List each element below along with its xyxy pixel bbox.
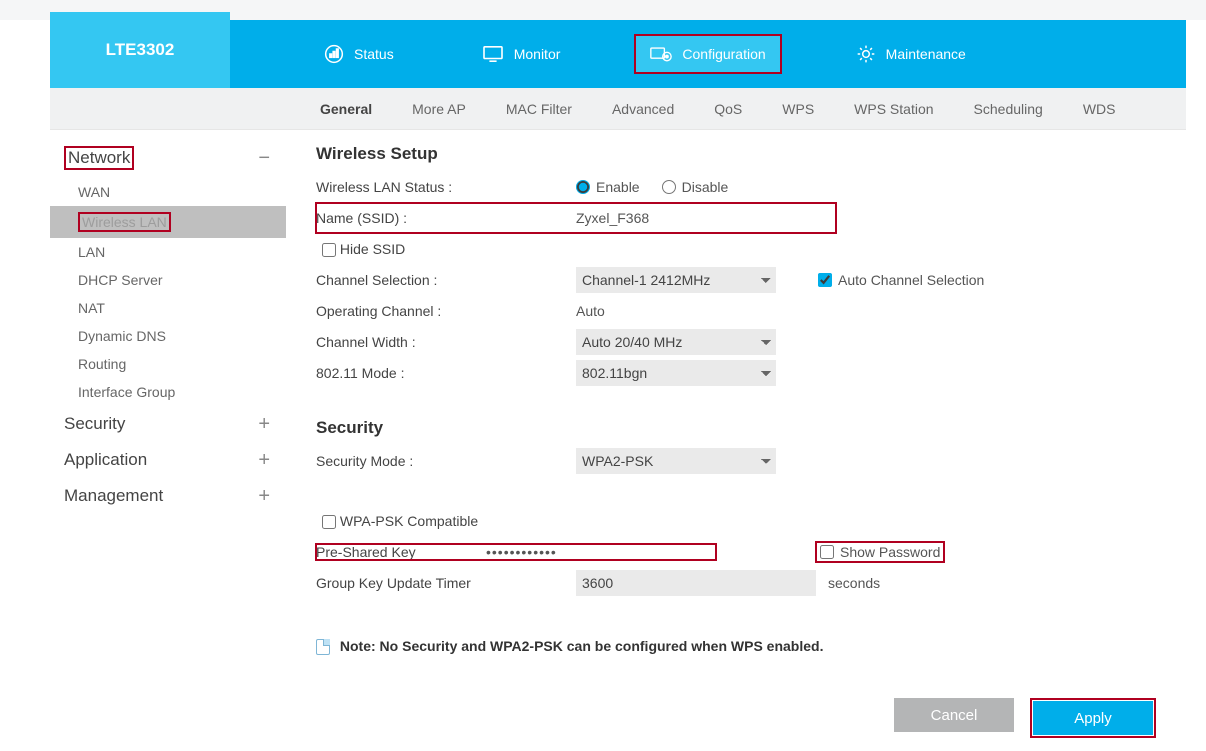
monitor-icon — [482, 45, 504, 63]
sidebar-item-lan[interactable]: LAN — [50, 238, 286, 266]
footer-actions: Cancel Apply — [894, 698, 1156, 738]
show-password-checkbox[interactable] — [820, 545, 834, 559]
psk-label: Pre-Shared Key — [316, 544, 486, 560]
wlan-status-label: Wireless LAN Status : — [316, 179, 576, 195]
ssid-label: Name (SSID) : — [316, 210, 576, 226]
top-nav: Status Monitor Configuration Maintenance — [230, 20, 980, 88]
channel-width-select[interactable]: Auto 20/40 MHz — [576, 329, 776, 355]
brand-tab[interactable]: LTE3302 — [50, 12, 230, 88]
status-icon — [324, 44, 344, 64]
sidebar-group-security[interactable]: Security + — [50, 406, 286, 442]
enable-label: Enable — [596, 179, 640, 195]
channel-selection-label: Channel Selection : — [316, 272, 576, 288]
tab-scheduling[interactable]: Scheduling — [974, 101, 1043, 117]
tab-qos[interactable]: QoS — [714, 101, 742, 117]
nav-monitor[interactable]: Monitor — [468, 34, 575, 74]
nav-configuration-label: Configuration — [682, 46, 765, 62]
tab-wds[interactable]: WDS — [1083, 101, 1116, 117]
wpa-psk-compatible-label: WPA-PSK Compatible — [340, 513, 478, 529]
wireless-setup-heading: Wireless Setup — [316, 144, 1156, 164]
tab-advanced[interactable]: Advanced — [612, 101, 674, 117]
nav-monitor-label: Monitor — [514, 46, 561, 62]
sidebar-item-dhcp[interactable]: DHCP Server — [50, 266, 286, 294]
operating-channel-label: Operating Channel : — [316, 303, 576, 319]
tab-mac-filter[interactable]: MAC Filter — [506, 101, 572, 117]
tab-general[interactable]: General — [320, 101, 372, 117]
maintenance-icon — [856, 44, 876, 64]
note-icon — [316, 639, 330, 655]
nav-maintenance-label: Maintenance — [886, 46, 966, 62]
security-mode-label: Security Mode : — [316, 453, 576, 469]
hide-ssid-checkbox[interactable] — [322, 243, 336, 257]
tab-wps[interactable]: WPS — [782, 101, 814, 117]
mode-select[interactable]: 802.11bgn — [576, 360, 776, 386]
mode-label: 802.11 Mode : — [316, 365, 576, 381]
operating-channel-value: Auto — [576, 303, 605, 319]
nav-status-label: Status — [354, 46, 394, 62]
note-text: Note: No Security and WPA2-PSK can be co… — [340, 638, 824, 654]
security-heading: Security — [316, 418, 1156, 438]
sidebar-item-wan[interactable]: WAN — [50, 178, 286, 206]
channel-width-label: Channel Width : — [316, 334, 576, 350]
sidebar-item-ifgroup[interactable]: Interface Group — [50, 378, 286, 406]
wpa-psk-compatible-checkbox[interactable] — [322, 515, 336, 529]
sidebar-application-label: Application — [64, 450, 147, 470]
show-password-label: Show Password — [840, 544, 940, 560]
cancel-button[interactable]: Cancel — [894, 698, 1014, 732]
gkt-label: Group Key Update Timer — [316, 575, 576, 591]
sidebar-item-nat[interactable]: NAT — [50, 294, 286, 322]
configuration-icon — [650, 45, 672, 63]
gkt-input[interactable] — [576, 570, 816, 596]
tab-more-ap[interactable]: More AP — [412, 101, 466, 117]
sidebar-management-label: Management — [64, 486, 163, 506]
nav-configuration[interactable]: Configuration — [634, 34, 781, 74]
gkt-unit: seconds — [828, 575, 880, 591]
wlan-disable-radio[interactable] — [662, 180, 676, 194]
disable-label: Disable — [682, 179, 729, 195]
sidebar-item-ddns[interactable]: Dynamic DNS — [50, 322, 286, 350]
wlan-enable-radio[interactable] — [576, 180, 590, 194]
auto-channel-label: Auto Channel Selection — [838, 272, 984, 288]
wps-note: Note: No Security and WPA2-PSK can be co… — [316, 638, 1156, 655]
sidebar-network-label: Network — [68, 148, 130, 168]
top-bar: LTE3302 Status Monitor Configuration Mai… — [50, 20, 1186, 88]
expand-icon: + — [258, 414, 270, 434]
nav-maintenance[interactable]: Maintenance — [842, 34, 980, 74]
ssid-value[interactable]: Zyxel_F368 — [576, 210, 649, 226]
auto-channel-checkbox[interactable] — [818, 273, 832, 287]
expand-icon: + — [258, 450, 270, 470]
psk-value[interactable]: •••••••••••• — [486, 544, 557, 560]
sidebar-group-network[interactable]: Network − — [50, 138, 286, 178]
sidebar-item-routing[interactable]: Routing — [50, 350, 286, 378]
sub-tabs: General More AP MAC Filter Advanced QoS … — [50, 88, 1186, 130]
channel-selection-select[interactable]: Channel-1 2412MHz — [576, 267, 776, 293]
apply-button[interactable]: Apply — [1033, 701, 1153, 735]
sidebar-group-management[interactable]: Management + — [50, 478, 286, 514]
brand-label: LTE3302 — [106, 40, 175, 60]
security-mode-select[interactable]: WPA2-PSK — [576, 448, 776, 474]
sidebar-wlan-label: Wireless LAN — [82, 214, 167, 230]
hide-ssid-label: Hide SSID — [340, 241, 405, 257]
nav-status[interactable]: Status — [310, 34, 408, 74]
collapse-icon: − — [258, 148, 270, 168]
tab-wps-station[interactable]: WPS Station — [854, 101, 933, 117]
sidebar-item-wireless-lan[interactable]: Wireless LAN — [50, 206, 286, 238]
main-panel: Wireless Setup Wireless LAN Status : Ena… — [286, 130, 1186, 750]
sidebar-security-label: Security — [64, 414, 125, 434]
sidebar-group-application[interactable]: Application + — [50, 442, 286, 478]
sidebar: Network − WAN Wireless LAN LAN DHCP Serv… — [50, 130, 286, 750]
expand-icon: + — [258, 486, 270, 506]
